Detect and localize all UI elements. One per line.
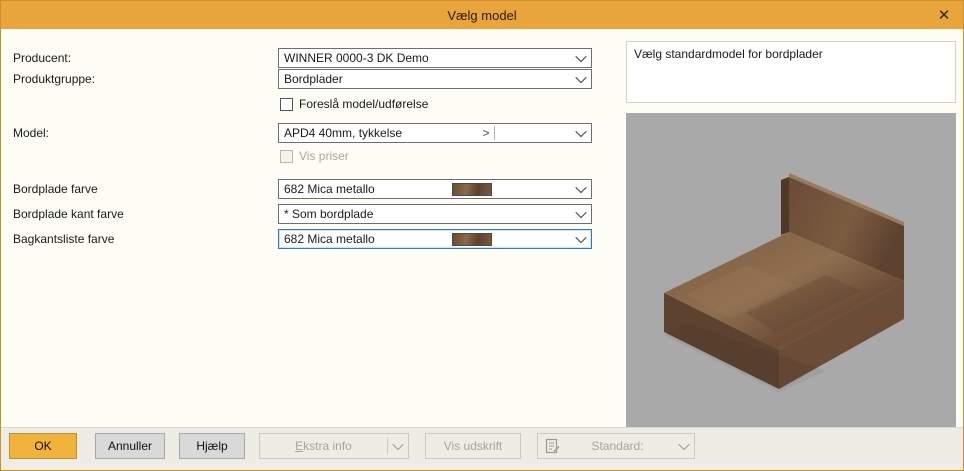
producent-dropdown[interactable]: WINNER 0000-3 DK Demo [278,48,592,68]
standard-dropdown-label: Standard: [561,439,674,453]
preview-caption: Vælg standardmodel for bordplader [634,47,823,61]
chevron-down-icon [388,434,408,458]
model-preview-area [626,113,956,428]
chevron-down-icon [571,124,591,142]
close-button[interactable]: ✕ [933,1,955,29]
hjaelp-button-label: Hjælp [196,439,227,453]
chevron-down-icon [571,205,591,223]
model-dropdown[interactable]: APD4 40mm, tykkelse > [278,123,592,143]
bordplade-farve-dropdown[interactable]: 682 Mica metallo [278,179,592,199]
bagkantsliste-farve-label: Bagkantsliste farve [13,229,114,249]
bordplade-farve-label: Bordplade farve [13,179,98,199]
wood-color-swatch [452,233,492,246]
vis-udskrift-button-label: Vis udskrift [444,439,502,453]
dialog-title: Vælg model [447,8,516,23]
dialog-window: Vælg model ✕ Producent: Produktgruppe: M… [0,0,964,471]
hjaelp-button[interactable]: Hjælp [179,433,245,459]
chevron-down-icon [571,230,591,248]
bordplade-kant-farve-value: * Som bordplade [284,207,373,221]
model-value: APD4 40mm, tykkelse [284,126,402,140]
bagkantsliste-farve-value: 682 Mica metallo [284,232,375,246]
close-icon: ✕ [938,6,951,24]
countertop-3d-preview [626,113,956,428]
ekstra-info-button-label: Ekstra info [260,439,387,453]
chevron-down-icon [571,70,591,88]
foresla-checkbox-label: Foreslå model/udførelse [299,97,428,111]
producent-label: Producent: [13,48,71,68]
produktgruppe-label: Produktgruppe: [13,69,95,89]
ok-button-label: OK [34,439,51,453]
dropdown-separator [494,126,495,140]
annuller-button[interactable]: Annuller [95,433,165,459]
chevron-down-icon [674,434,694,458]
expand-right-glyph: > [479,126,494,140]
dialog-titlebar: Vælg model [1,1,963,29]
document-icon [544,438,561,455]
ok-button[interactable]: OK [9,433,77,459]
ekstra-info-button: Ekstra info [259,433,409,459]
preview-caption-box: Vælg standardmodel for bordplader [626,41,956,103]
bordplade-farve-value: 682 Mica metallo [284,182,375,196]
bordplade-kant-farve-label: Bordplade kant farve [13,204,124,224]
chevron-down-icon [571,49,591,67]
standard-dropdown: Standard: [537,433,695,459]
producent-value: WINNER 0000-3 DK Demo [284,51,429,65]
annuller-button-label: Annuller [108,439,152,453]
produktgruppe-value: Bordplader [284,72,343,86]
bagkantsliste-farve-dropdown[interactable]: 682 Mica metallo [278,229,592,249]
button-bar: OK Annuller Hjælp Ekstra info Vis udskri… [1,427,963,470]
vis-priser-checkbox-label: Vis priser [299,149,349,163]
bordplade-kant-farve-dropdown[interactable]: * Som bordplade [278,204,592,224]
foresla-checkbox-row: Foreslå model/udførelse [280,96,428,112]
chevron-down-icon [571,180,591,198]
vis-udskrift-button: Vis udskrift [425,433,521,459]
model-label: Model: [13,123,49,143]
vis-priser-checkbox-row: Vis priser [280,148,349,164]
produktgruppe-dropdown[interactable]: Bordplader [278,69,592,89]
vis-priser-checkbox [280,150,293,163]
wood-color-swatch [452,183,492,196]
foresla-checkbox[interactable] [280,98,293,111]
